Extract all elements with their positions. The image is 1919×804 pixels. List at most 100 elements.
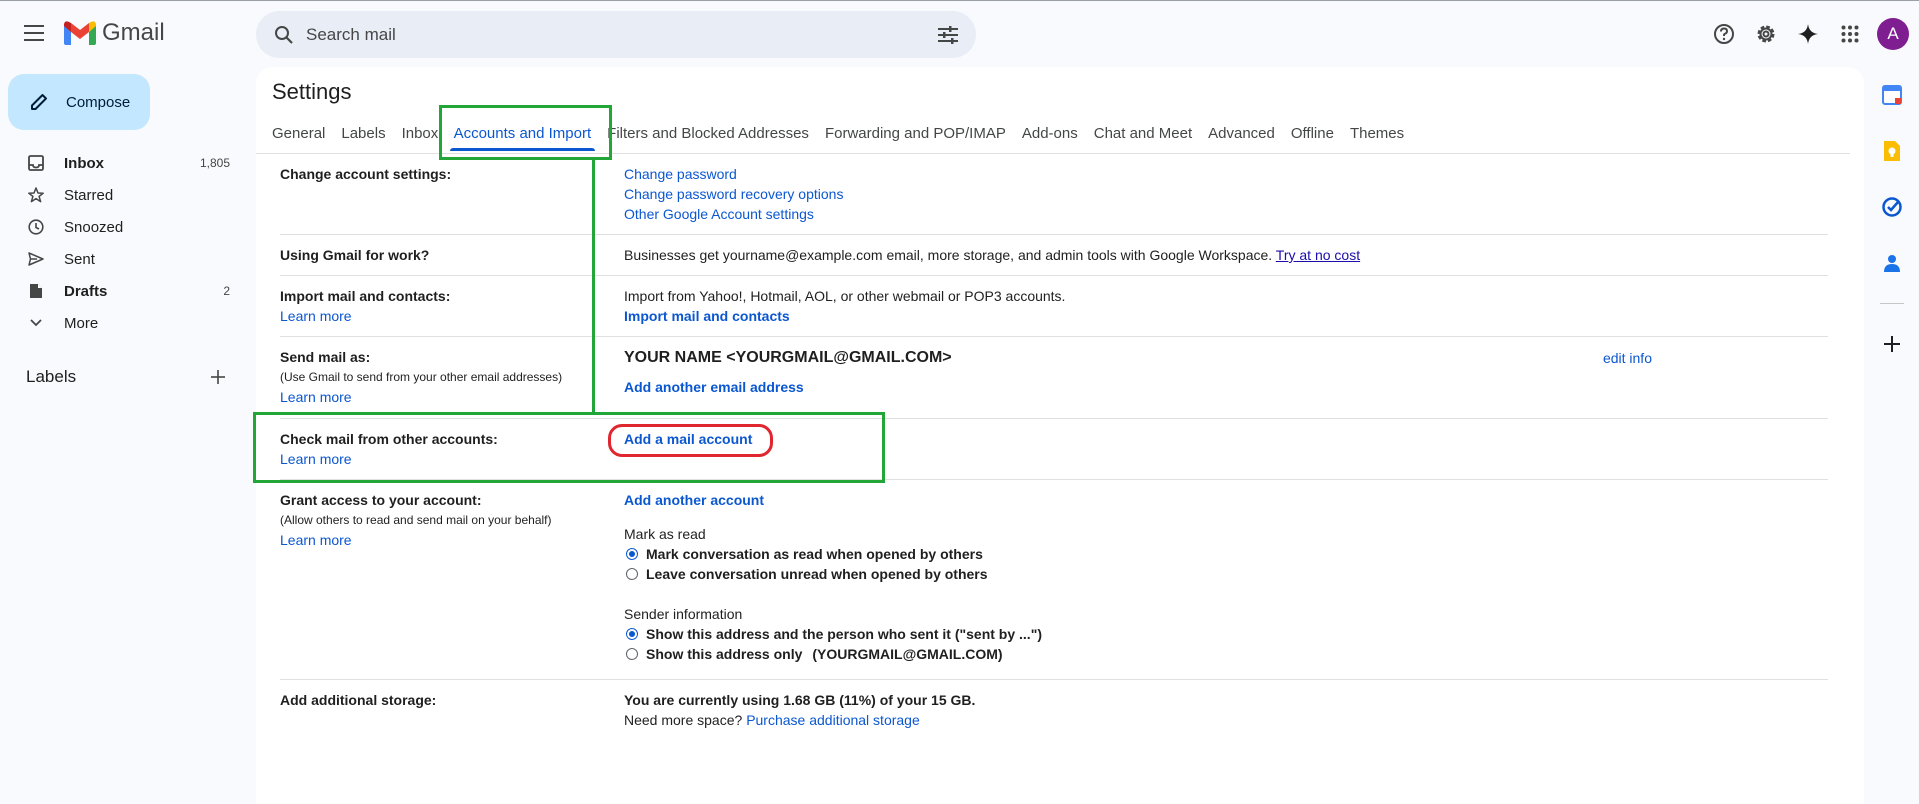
inbox-icon <box>28 155 44 171</box>
sender-info-title: Sender information <box>624 606 743 622</box>
sidebar-item-snoozed[interactable]: Snoozed <box>0 211 250 243</box>
other-account-settings-link[interactable]: Other Google Account settings <box>624 204 1828 224</box>
add-mail-account-link[interactable]: Add a mail account <box>624 429 1828 449</box>
calendar-icon <box>1881 85 1902 105</box>
sidebar-item-label: Starred <box>64 186 114 204</box>
tab-chat-and-meet[interactable]: Chat and Meet <box>1086 113 1200 153</box>
draft-icon <box>30 284 42 298</box>
radio-show-address-only[interactable]: Show this address only (YOURGMAIL@GMAIL.C… <box>624 644 1828 664</box>
gemini-button[interactable] <box>1787 14 1829 54</box>
row-check-mail: Check mail from other accounts: Learn mo… <box>280 419 1828 480</box>
star-icon <box>28 187 44 203</box>
send-as-address: YOUR NAME <YOURGMAIL@GMAIL.COM> <box>624 349 952 366</box>
radio-button[interactable] <box>626 628 638 640</box>
labels-title: Labels <box>26 367 77 386</box>
row-gmail-for-work: Using Gmail for work? Businesses get you… <box>280 235 1828 276</box>
radio-leave-unread[interactable]: Leave conversation unread when opened by… <box>624 564 1828 584</box>
sidebar-item-drafts[interactable]: Drafts 2 <box>0 275 250 307</box>
sidebar-item-more[interactable]: More <box>0 307 250 339</box>
purchase-storage-link[interactable]: Purchase additional storage <box>746 712 920 728</box>
pencil-icon <box>31 94 47 110</box>
compose-button[interactable]: Compose <box>8 74 150 130</box>
tasks-icon <box>1881 197 1902 217</box>
radio-label: Leave conversation unread when opened by… <box>646 566 988 582</box>
contacts-app-button[interactable] <box>1864 235 1919 291</box>
contacts-icon <box>1883 255 1900 272</box>
storage-usage: You are currently using 1.68 GB (11%) of… <box>624 692 976 708</box>
row-import: Import mail and contacts: Learn more Imp… <box>280 276 1828 337</box>
clock-icon <box>28 219 44 235</box>
radio-mark-read[interactable]: Mark conversation as read when opened by… <box>624 544 1828 564</box>
tab-forwarding[interactable]: Forwarding and POP/IMAP <box>817 113 1014 153</box>
send-icon <box>28 252 44 266</box>
apps-grid-icon <box>1841 25 1859 43</box>
import-mail-contacts-link[interactable]: Import mail and contacts <box>624 306 1828 326</box>
tab-labels[interactable]: Labels <box>333 113 393 153</box>
draft-count: 2 <box>223 284 230 298</box>
help-icon <box>1714 24 1734 44</box>
setting-label: Send mail as: <box>280 349 371 365</box>
create-label-button[interactable] <box>206 365 230 389</box>
learn-more-link[interactable]: Learn more <box>280 530 624 550</box>
gmail-logo[interactable]: Gmail <box>64 19 165 47</box>
search-options-button[interactable] <box>934 21 962 49</box>
radio-button[interactable] <box>626 548 638 560</box>
tab-offline[interactable]: Offline <box>1283 113 1342 153</box>
change-recovery-link[interactable]: Change password recovery options <box>624 184 1828 204</box>
main-menu-button[interactable] <box>20 18 50 48</box>
row-storage: Add additional storage: You are currentl… <box>280 680 1828 742</box>
settings-button[interactable] <box>1745 14 1787 54</box>
search-button[interactable] <box>270 21 298 49</box>
tab-themes[interactable]: Themes <box>1342 113 1412 153</box>
tab-inbox[interactable]: Inbox <box>394 113 446 153</box>
google-apps-button[interactable] <box>1829 14 1871 54</box>
plus-icon <box>211 370 225 384</box>
need-more-space: Need more space? <box>624 712 743 728</box>
setting-label: Add additional storage: <box>280 692 437 708</box>
sidebar-item-starred[interactable]: Starred <box>0 179 250 211</box>
sidebar-item-label: Drafts <box>64 282 108 300</box>
radio-show-sent-by[interactable]: Show this address and the person who sen… <box>624 624 1828 644</box>
sidebar-item-sent[interactable]: Sent <box>0 243 250 275</box>
sender-email: (YOURGMAIL@GMAIL.COM) <box>812 646 1003 662</box>
get-addons-button[interactable] <box>1864 316 1919 372</box>
account-avatar[interactable]: A <box>1877 18 1909 50</box>
add-email-address-link[interactable]: Add another email address <box>624 377 1828 397</box>
radio-button[interactable] <box>626 648 638 660</box>
tab-advanced[interactable]: Advanced <box>1200 113 1283 153</box>
keep-app-button[interactable] <box>1864 123 1919 179</box>
tab-filters[interactable]: Filters and Blocked Addresses <box>599 113 817 153</box>
settings-rows: Change account settings: Change password… <box>280 154 1828 742</box>
learn-more-link[interactable]: Learn more <box>280 387 624 407</box>
search-icon <box>275 25 293 44</box>
radio-button[interactable] <box>626 568 638 580</box>
support-button[interactable] <box>1703 14 1745 54</box>
settings-tabs: General Labels Inbox Accounts and Import… <box>264 113 1412 153</box>
sidebar-item-inbox[interactable]: Inbox 1,805 <box>0 147 250 179</box>
hamburger-icon <box>24 25 44 41</box>
compose-label: Compose <box>66 93 131 111</box>
learn-more-link[interactable]: Learn more <box>280 449 624 469</box>
tab-general[interactable]: General <box>264 113 333 153</box>
learn-more-link[interactable]: Learn more <box>280 306 624 326</box>
edit-info-link[interactable]: edit info <box>1603 350 1652 366</box>
sidebar-item-label: Inbox <box>64 154 104 172</box>
top-bar: Gmail A <box>0 1 1919 67</box>
tasks-app-button[interactable] <box>1864 179 1919 235</box>
side-panel-divider <box>1879 303 1904 304</box>
try-at-no-cost-link[interactable]: Try at no cost <box>1276 247 1360 263</box>
search-input[interactable] <box>306 24 934 45</box>
sidebar-item-label: Sent <box>64 250 95 268</box>
tab-addons[interactable]: Add-ons <box>1014 113 1086 153</box>
sidebar-nav: Inbox 1,805 Starred Snoozed Sent Drafts … <box>0 147 250 339</box>
add-another-account-link[interactable]: Add another account <box>624 490 1828 510</box>
page-title: Settings <box>272 79 352 104</box>
setting-label: Import mail and contacts: <box>280 288 451 304</box>
labels-header: Labels <box>26 365 230 389</box>
sparkle-icon <box>1798 24 1818 44</box>
radio-label: Mark conversation as read when opened by… <box>646 546 983 562</box>
settings-panel: Settings General Labels Inbox Accounts a… <box>256 67 1864 804</box>
change-password-link[interactable]: Change password <box>624 164 1828 184</box>
tab-accounts-and-import[interactable]: Accounts and Import <box>446 113 600 153</box>
calendar-app-button[interactable] <box>1864 67 1919 123</box>
